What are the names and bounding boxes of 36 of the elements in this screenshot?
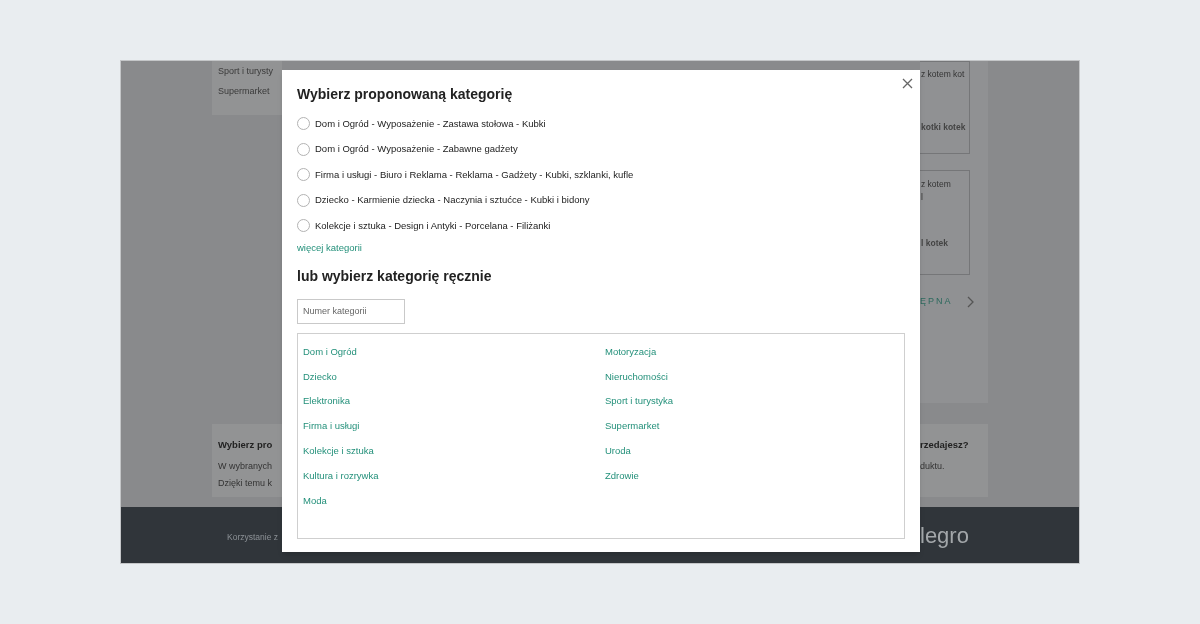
category-link[interactable]: Kultura i rozrywka bbox=[303, 468, 605, 494]
info-text: W wybranych bbox=[218, 460, 273, 474]
offer-text: z kotem bbox=[921, 178, 952, 191]
offer-tags: kotki kotek bbox=[921, 121, 969, 134]
info-title: rzedajesz? bbox=[920, 438, 970, 452]
close-icon bbox=[901, 77, 913, 89]
category-link[interactable]: Dziecko bbox=[303, 369, 605, 395]
category-option[interactable]: Firma i usługi - Biuro i Reklama - Reklama - Gadżety - Kubki, szklanki, kufle bbox=[315, 167, 634, 182]
close-button[interactable] bbox=[900, 76, 914, 90]
offer-text: z kotem kot bbox=[921, 68, 966, 81]
category-option[interactable]: Dom i Ogród - Wyposażenie - Zastawa stołowa - Kubki bbox=[315, 116, 546, 131]
category-link[interactable]: Sport i turystyka bbox=[605, 394, 904, 420]
category-option[interactable]: Kolekcje i sztuka - Design i Antyki - Porcelana - Filiżanki bbox=[315, 218, 551, 233]
section-title: lub wybierz kategorię ręcznie bbox=[297, 266, 493, 286]
logo: legro bbox=[920, 521, 969, 550]
category-link[interactable]: Moda bbox=[303, 493, 605, 519]
category-link[interactable]: Zdrowie bbox=[605, 468, 904, 494]
info-title: Wybierz pro bbox=[218, 438, 274, 452]
category-link[interactable]: Firma i usługi bbox=[303, 419, 605, 444]
category-link[interactable]: Motoryzacja bbox=[605, 344, 904, 370]
info-text: Dzięki temu k bbox=[218, 476, 273, 490]
more-categories-link[interactable]: więcej kategorii bbox=[297, 240, 905, 255]
dialog-title: Wybierz proponowaną kategorię bbox=[297, 85, 514, 104]
offer-tags: l kotek bbox=[921, 237, 969, 250]
category-link[interactable]: Uroda bbox=[605, 443, 904, 469]
category-option[interactable]: Dziecko - Karmienie dziecka - Naczynia i sztućce - Kubki i bidony bbox=[315, 193, 590, 208]
category-number-field[interactable]: Numer kategorii bbox=[297, 298, 405, 324]
category-link[interactable]: Elektronika bbox=[303, 394, 605, 420]
category-link[interactable]: Dom i Ogród bbox=[303, 344, 605, 370]
chevron-right-icon bbox=[966, 295, 974, 308]
info-text: duktu. bbox=[920, 460, 946, 474]
category-link[interactable]: Supermarket bbox=[605, 419, 904, 444]
footer-text: Korzystanie z bbox=[227, 532, 279, 542]
category-link[interactable]: Nieruchomości bbox=[605, 369, 904, 395]
category-link[interactable]: Kolekcje i sztuka bbox=[303, 443, 605, 469]
category-option[interactable]: Dom i Ogród - Wyposażenie - Zabawne gadżety bbox=[315, 142, 518, 157]
